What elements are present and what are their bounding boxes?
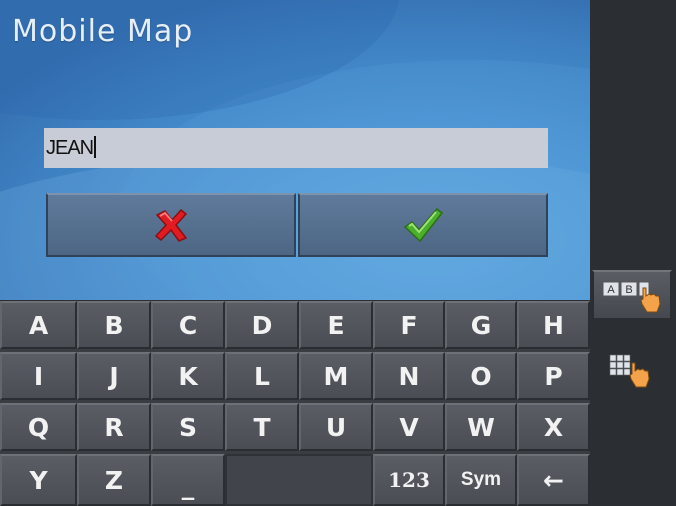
key-e[interactable]: E [299, 301, 373, 349]
key-z[interactable]: Z [77, 454, 151, 506]
input-text: JEAN [46, 137, 94, 159]
grid-keyboard-button[interactable] [592, 345, 672, 395]
key-space[interactable]: _ [151, 454, 225, 506]
key-backspace[interactable]: ← [517, 454, 590, 506]
key-s[interactable]: S [151, 403, 225, 451]
key-y[interactable]: Y [0, 454, 77, 506]
key-c[interactable]: C [151, 301, 225, 349]
key-a[interactable]: A [0, 301, 77, 349]
key-w[interactable]: W [445, 403, 517, 451]
ab-keyboard-hand-icon: A B [602, 281, 661, 313]
key-o[interactable]: O [445, 352, 517, 400]
key-symbols[interactable]: Sym [445, 454, 517, 506]
app-title: Mobile Map [12, 14, 194, 49]
key-x[interactable]: X [517, 403, 590, 451]
confirm-button[interactable] [298, 193, 548, 257]
key-numbers[interactable]: 123 [373, 454, 445, 506]
mobile-map-screen: Mobile Map JEAN A B C D E F G H I J K L … [0, 0, 676, 506]
key-q[interactable]: Q [0, 403, 77, 451]
keyboard-blank-area [225, 454, 373, 506]
key-v[interactable]: V [373, 403, 445, 451]
grid-keyboard-hand-icon [609, 354, 650, 388]
key-p[interactable]: P [517, 352, 590, 400]
svg-text:A: A [607, 284, 615, 296]
key-t[interactable]: T [225, 403, 299, 451]
key-f[interactable]: F [373, 301, 445, 349]
key-l[interactable]: L [225, 352, 299, 400]
key-k[interactable]: K [151, 352, 225, 400]
svg-text:B: B [625, 284, 632, 296]
text-caret [94, 136, 97, 158]
checkmark-icon [403, 207, 444, 243]
alphabet-keyboard-button[interactable]: A B [592, 270, 672, 320]
search-input[interactable]: JEAN [44, 128, 548, 168]
key-i[interactable]: I [0, 352, 77, 400]
key-h[interactable]: H [517, 301, 590, 349]
on-screen-keyboard: A B C D E F G H I J K L M N O P Q R S T … [0, 301, 590, 506]
key-u[interactable]: U [299, 403, 373, 451]
key-n[interactable]: N [373, 352, 445, 400]
cancel-x-icon [154, 208, 188, 242]
key-b[interactable]: B [77, 301, 151, 349]
key-r[interactable]: R [77, 403, 151, 451]
key-m[interactable]: M [299, 352, 373, 400]
key-g[interactable]: G [445, 301, 517, 349]
cancel-button[interactable] [46, 193, 296, 257]
key-d[interactable]: D [225, 301, 299, 349]
main-panel: Mobile Map JEAN A B C D E F G H I J K L … [0, 0, 590, 506]
side-panel [590, 0, 676, 506]
key-j[interactable]: J [77, 352, 151, 400]
